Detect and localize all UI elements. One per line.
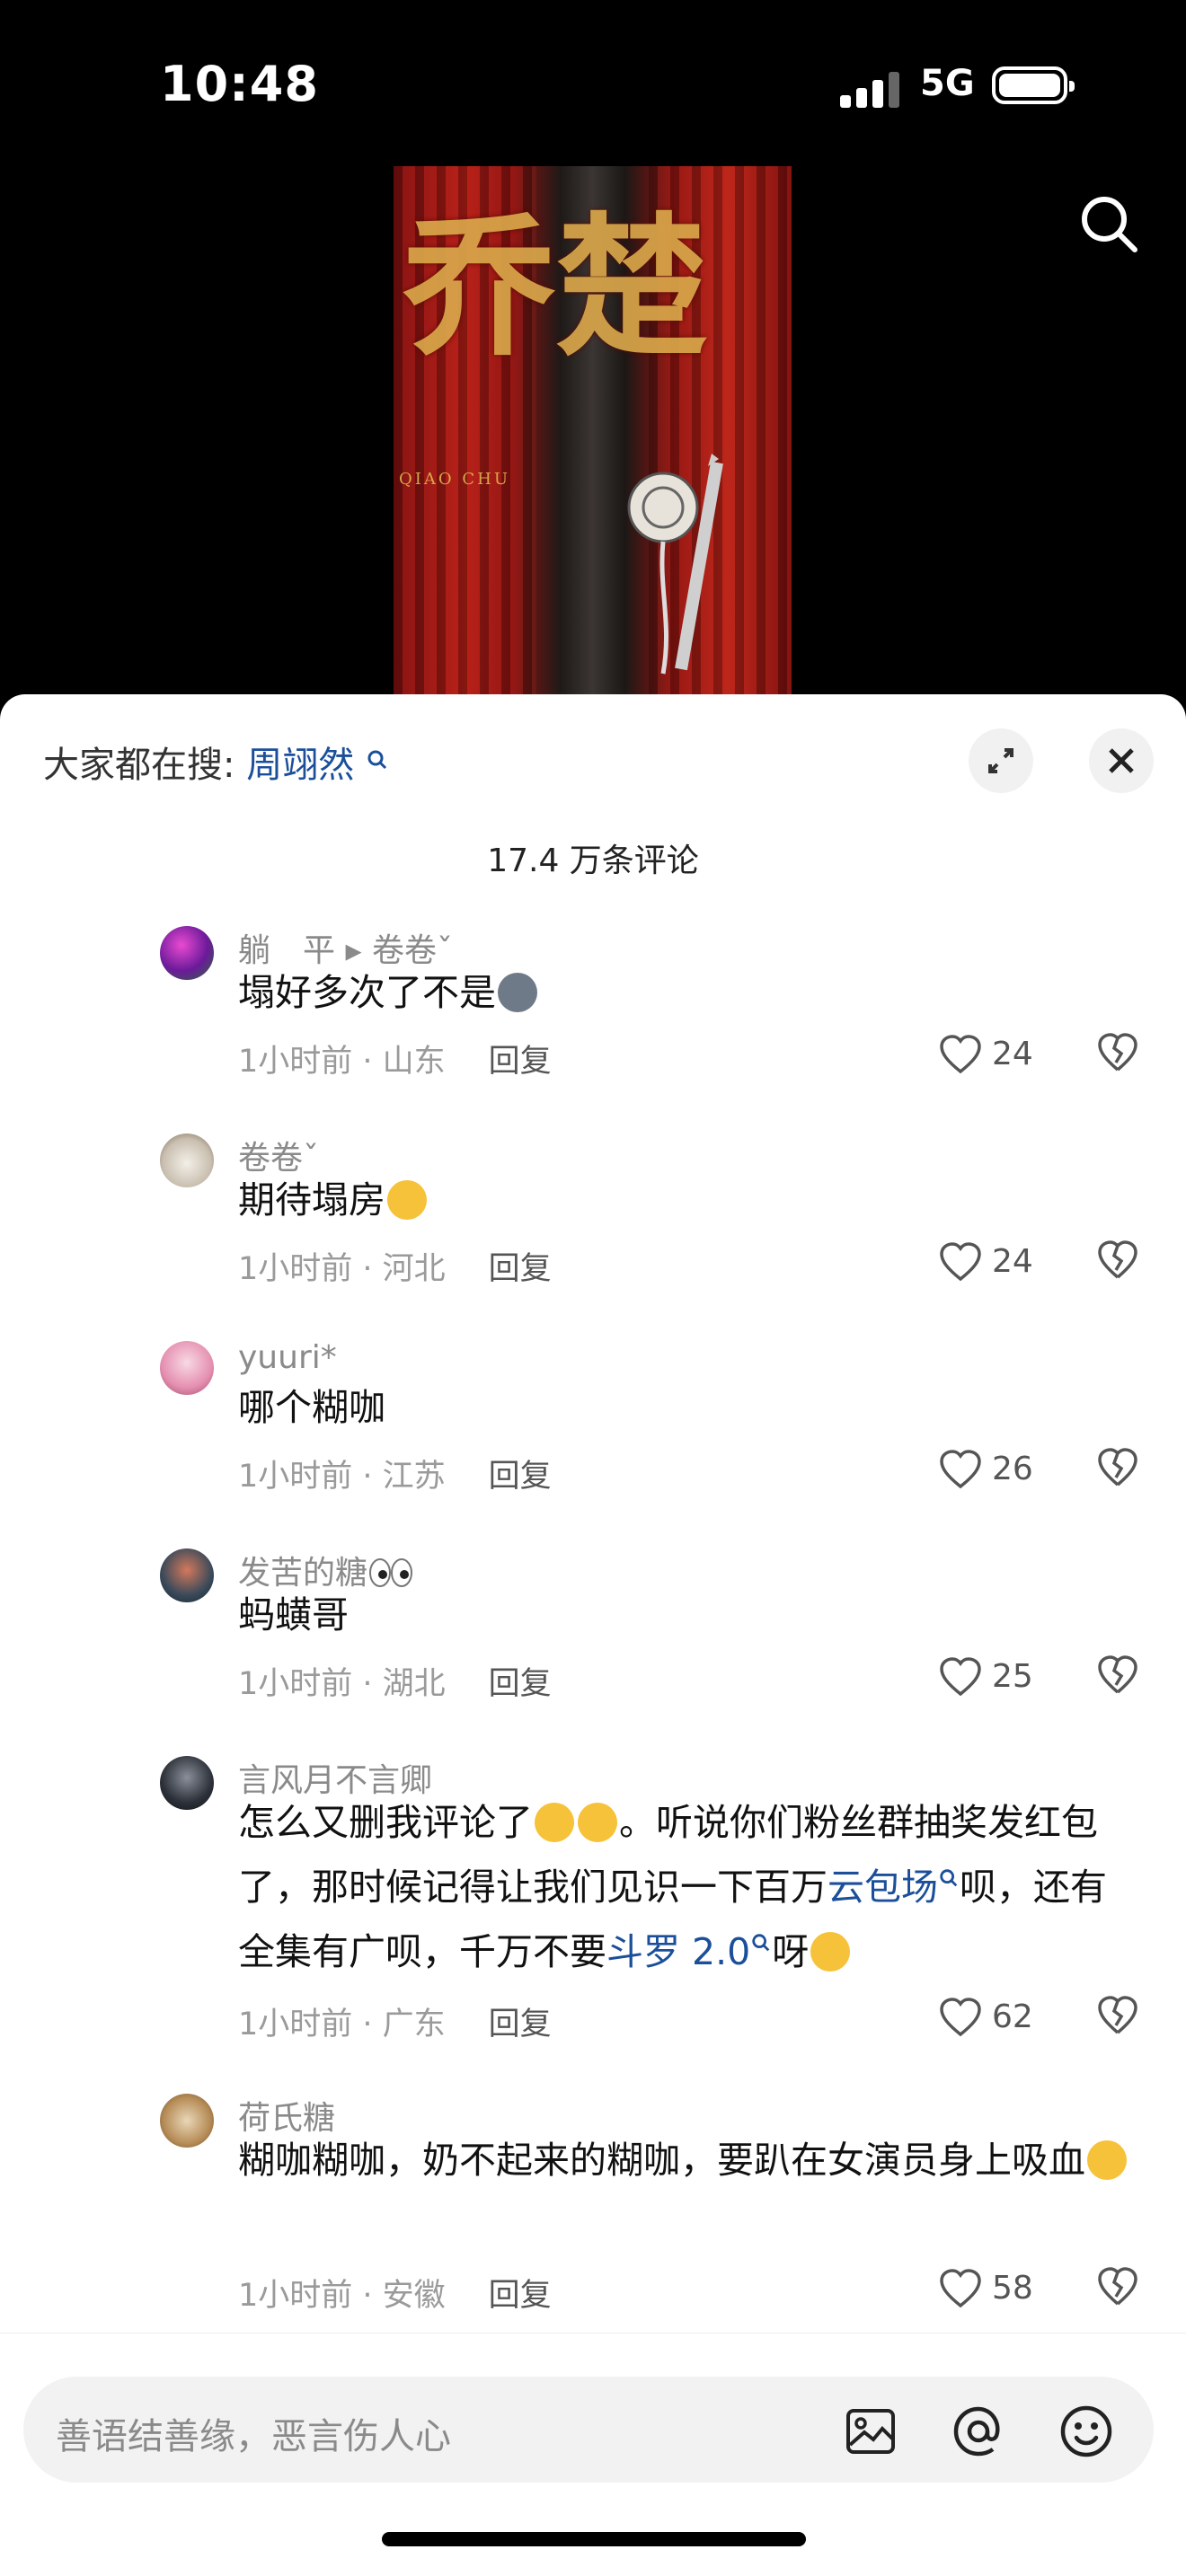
like-count: 62 <box>992 1998 1033 2035</box>
comment-input[interactable]: 善语结善缘，恶言伤人心 <box>23 2377 1154 2483</box>
dislike-icon <box>1098 1240 1137 1279</box>
small-search-icon <box>940 1869 958 1887</box>
avatar[interactable] <box>160 1548 214 1602</box>
expand-button[interactable] <box>969 728 1033 793</box>
home-indicator[interactable] <box>382 2532 806 2546</box>
small-search-icon <box>752 1934 770 1952</box>
dislike-icon <box>1098 1996 1137 2034</box>
reply-button[interactable]: 回复 <box>489 1251 552 1287</box>
wink-emoji-icon <box>1087 2140 1127 2180</box>
like-count: 58 <box>992 2270 1033 2307</box>
dislike-button[interactable] <box>1096 1995 1141 2040</box>
comment-author[interactable]: yuuri* <box>238 1339 337 1376</box>
reply-button[interactable]: 回复 <box>489 2278 552 2314</box>
comment-text: 塌好多次了不是 <box>238 960 1137 1025</box>
comment-meta: 1小时前 · 江苏 回复 <box>238 1459 552 1495</box>
expand-icon <box>988 748 1013 773</box>
heart-eyes-emoji-icon <box>578 1803 617 1842</box>
dislike-icon <box>1098 1655 1137 1694</box>
like-count: 24 <box>992 1036 1033 1072</box>
heart-icon <box>940 1450 981 1489</box>
like-button[interactable]: 62 <box>938 1995 1037 2040</box>
emoji-icon[interactable] <box>1057 2402 1116 2461</box>
reply-button[interactable]: 回复 <box>489 2007 552 2042</box>
dislike-icon <box>1098 1448 1137 1486</box>
video-poster[interactable]: 乔楚 QIAO CHU <box>394 166 792 696</box>
dislike-button[interactable] <box>1096 2266 1141 2311</box>
avatar[interactable] <box>160 1341 214 1395</box>
wink-emoji-icon <box>387 1180 427 1220</box>
at-icon[interactable] <box>949 2402 1008 2461</box>
comment-text: 糊咖糊咖，奶不起来的糊咖，要趴在女演员身上吸血 <box>238 2128 1137 2192</box>
heart-icon <box>940 2269 981 2308</box>
like-button[interactable]: 26 <box>938 1447 1037 1492</box>
husky-emoji-icon <box>498 973 537 1012</box>
dislike-icon <box>1098 2267 1137 2306</box>
like-count: 25 <box>992 1658 1033 1695</box>
heart-icon <box>940 1998 981 2037</box>
heart-icon <box>940 1242 981 1282</box>
image-icon[interactable] <box>841 2402 900 2461</box>
comment-text: 怎么又删我评论了 。听说你们粉丝群抽奖发红包了，那时候记得让我们见识一下百万云包场… <box>238 1801 1107 1973</box>
like-button[interactable]: 24 <box>938 1239 1037 1284</box>
status-time: 10:48 <box>160 56 319 112</box>
comment-count: 17.4 万条评论 <box>487 842 699 879</box>
comment-input-placeholder: 善语结善缘，恶言伤人心 <box>56 2416 451 2457</box>
dislike-button[interactable] <box>1096 1654 1141 1699</box>
heart-eyes-emoji-icon <box>535 1803 574 1842</box>
dislike-button[interactable] <box>1096 1032 1141 1077</box>
link-cloud-screening[interactable]: 云包场 <box>828 1866 938 1909</box>
dislike-button[interactable] <box>1096 1239 1141 1284</box>
reply-button[interactable]: 回复 <box>489 1044 552 1080</box>
comment-text: 蚂蟥哥 <box>238 1593 349 1636</box>
comment-meta: 1小时前 · 广东 回复 <box>238 2007 552 2042</box>
comment-text: 哪个糊咖 <box>238 1386 385 1429</box>
like-count: 24 <box>992 1243 1033 1280</box>
comment-sheet: 大家都在搜: 周翊然 17.4 万条评论 躺 平 ▸ 卷卷ˇ 塌好多次了不是 1… <box>0 694 1186 2576</box>
comment-meta: 1小时前 · 河北 回复 <box>238 1251 552 1287</box>
like-button[interactable]: 24 <box>938 1032 1037 1077</box>
trending-term[interactable]: 周翊然 <box>246 745 354 786</box>
dislike-button[interactable] <box>1096 1447 1141 1492</box>
like-button[interactable]: 58 <box>938 2266 1037 2311</box>
poster-title: 乔楚 <box>403 198 709 377</box>
search-icon[interactable] <box>1074 189 1146 260</box>
network-label: 5G <box>920 63 975 104</box>
like-count: 26 <box>992 1451 1033 1487</box>
like-button[interactable]: 25 <box>938 1654 1037 1699</box>
comment-text: 期待塌房 <box>238 1168 1137 1232</box>
avatar[interactable] <box>160 926 214 980</box>
signal-icon <box>840 70 903 108</box>
poster-subtitle: QIAO CHU <box>399 470 510 489</box>
close-icon <box>1109 748 1134 773</box>
flower-sword-illustration <box>627 454 723 675</box>
crying-emoji-icon <box>810 1932 851 1972</box>
comment-meta: 1小时前 · 山东 回复 <box>238 1044 552 1080</box>
dislike-icon <box>1098 1033 1137 1072</box>
battery-icon <box>992 66 1075 104</box>
avatar[interactable] <box>160 1756 214 1810</box>
trending-search[interactable]: 大家都在搜: 周翊然 <box>43 736 389 788</box>
reply-button[interactable]: 回复 <box>489 1666 552 1702</box>
comment-meta: 1小时前 · 安徽 回复 <box>238 2278 552 2314</box>
avatar[interactable] <box>160 2094 214 2148</box>
heart-icon <box>940 1035 981 1074</box>
close-button[interactable] <box>1089 728 1154 793</box>
status-bar: 10:48 5G <box>0 0 1186 162</box>
comment-meta: 1小时前 · 湖北 回复 <box>238 1666 552 1702</box>
reply-button[interactable]: 回复 <box>489 1459 552 1495</box>
small-search-icon <box>367 750 386 770</box>
link-douluo[interactable]: 斗罗 2.0 <box>606 1930 750 1973</box>
trending-prefix: 大家都在搜: <box>43 745 235 786</box>
heart-icon <box>940 1657 981 1697</box>
avatar[interactable] <box>160 1134 214 1187</box>
